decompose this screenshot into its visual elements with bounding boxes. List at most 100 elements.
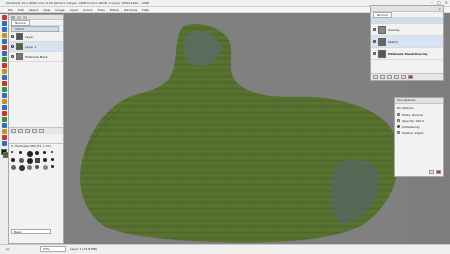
- lower-layer-button[interactable]: [387, 75, 392, 79]
- layer-opacity-field[interactable]: 100.0: [11, 25, 59, 32]
- brush-item[interactable]: [43, 158, 47, 162]
- brush-item[interactable]: [51, 158, 54, 161]
- brush-item[interactable]: [11, 165, 16, 170]
- dodge-icon[interactable]: [1, 105, 7, 110]
- unit-select[interactable]: px: [6, 247, 10, 251]
- menu-select[interactable]: Select: [29, 7, 38, 12]
- clone-icon[interactable]: [1, 93, 7, 98]
- right-layers-dock: × Normal Overlay Sketch Hillshade Mask/O…: [370, 5, 444, 81]
- color-picker-icon[interactable]: [1, 111, 7, 116]
- delete-layer-button[interactable]: [39, 129, 44, 133]
- raise-layer-button[interactable]: [380, 75, 385, 79]
- brush-item[interactable]: [51, 165, 54, 168]
- zoom-icon[interactable]: [1, 117, 7, 122]
- image-canvas[interactable]: [64, 14, 408, 244]
- layer-row[interactable]: Hillshade Mask/Overlay: [371, 48, 443, 60]
- option-row[interactable]: Mode: Normal: [397, 113, 441, 117]
- reset-button[interactable]: [436, 170, 441, 174]
- brush-item[interactable]: [35, 151, 39, 155]
- align-icon[interactable]: [1, 129, 7, 134]
- layer-row[interactable]: Sketch: [371, 36, 443, 48]
- right-layer-mode-select[interactable]: Normal: [373, 11, 392, 18]
- brush-item[interactable]: [35, 165, 39, 169]
- new-layer-button[interactable]: [373, 75, 378, 79]
- brush-label: 2. Hardness 050 (51 × 51): [11, 144, 51, 148]
- eye-icon[interactable]: [11, 55, 14, 58]
- anchor-layer-button[interactable]: [401, 75, 406, 79]
- save-preset-button[interactable]: [429, 170, 434, 174]
- duplicate-layer-button[interactable]: [32, 129, 37, 133]
- option-label: Mode: Normal: [402, 113, 423, 117]
- brush-item[interactable]: [27, 158, 33, 164]
- tool-options-title: Tool Options: [397, 98, 416, 102]
- brush-item[interactable]: [27, 151, 33, 157]
- layer-thumbnail: [378, 49, 386, 58]
- paintbrush-icon[interactable]: [1, 81, 7, 86]
- radio-icon[interactable]: [397, 119, 400, 122]
- menu-tools[interactable]: Tools: [97, 7, 104, 12]
- measure-icon[interactable]: [1, 123, 7, 128]
- duplicate-layer-button[interactable]: [394, 75, 399, 79]
- text-icon[interactable]: [1, 63, 7, 68]
- layer-row[interactable]: Layer 1: [9, 42, 63, 52]
- gradient-icon[interactable]: [1, 75, 7, 80]
- brush-preset-field[interactable]: Basic: [11, 229, 51, 234]
- eye-icon[interactable]: [373, 52, 376, 55]
- brush-item[interactable]: [11, 151, 13, 153]
- brush-item[interactable]: [35, 158, 40, 163]
- rect-select-icon[interactable]: [1, 15, 7, 20]
- crop-icon[interactable]: [1, 33, 7, 38]
- delete-layer-button[interactable]: [408, 75, 413, 79]
- option-row[interactable]: Feather edges: [397, 131, 441, 135]
- layer-row[interactable]: Hillshade Mask: [9, 52, 63, 62]
- menu-edit[interactable]: Edit: [18, 7, 24, 12]
- menu-filters[interactable]: Filters: [110, 7, 119, 12]
- move-icon[interactable]: [1, 39, 7, 44]
- eye-icon[interactable]: [373, 28, 376, 31]
- eye-icon[interactable]: [373, 40, 376, 43]
- raise-layer-button[interactable]: [18, 129, 23, 133]
- close-button[interactable]: ×: [445, 0, 448, 6]
- menu-file[interactable]: File: [8, 7, 13, 12]
- brush-item[interactable]: [11, 158, 15, 162]
- eye-icon[interactable]: [11, 35, 14, 38]
- smudge-icon[interactable]: [1, 99, 7, 104]
- lower-layer-button[interactable]: [25, 129, 30, 133]
- perspective-icon[interactable]: [1, 141, 7, 146]
- brush-item[interactable]: [43, 151, 46, 154]
- eraser-icon[interactable]: [1, 87, 7, 92]
- brush-item[interactable]: [27, 165, 32, 170]
- menu-layer[interactable]: Layer: [70, 7, 78, 12]
- menu-help[interactable]: Help: [142, 7, 149, 12]
- menu-image[interactable]: Image: [55, 7, 64, 12]
- menu-windows[interactable]: Windows: [124, 7, 137, 12]
- heal-icon[interactable]: [1, 135, 7, 140]
- bucket-fill-icon[interactable]: [1, 69, 7, 74]
- right-layers-button-bar: [371, 73, 443, 80]
- brush-item[interactable]: [51, 151, 53, 153]
- zoom-field[interactable]: 50%: [40, 246, 66, 252]
- layer-row[interactable]: Overlay: [371, 24, 443, 36]
- menu-colors[interactable]: Colors: [83, 7, 92, 12]
- lasso-icon[interactable]: [1, 21, 7, 26]
- flip-icon[interactable]: [1, 51, 7, 56]
- layer-row[interactable]: Layer: [9, 32, 63, 42]
- new-layer-button[interactable]: [11, 129, 16, 133]
- radio-icon[interactable]: [397, 131, 400, 134]
- transform-icon[interactable]: [1, 45, 7, 50]
- eye-icon[interactable]: [11, 45, 14, 48]
- menu-view[interactable]: View: [43, 7, 50, 12]
- radio-icon[interactable]: [397, 125, 400, 128]
- brush-item[interactable]: [19, 165, 25, 171]
- radio-icon[interactable]: [397, 113, 400, 116]
- brush-item[interactable]: [43, 165, 48, 170]
- option-row[interactable]: Antialiasing: [397, 125, 441, 129]
- paths-icon[interactable]: [1, 57, 7, 62]
- fuzzy-select-icon[interactable]: [1, 27, 7, 32]
- layer-name: Hillshade Mask/Overlay: [388, 51, 428, 56]
- dock-close-button[interactable]: ×: [438, 7, 441, 11]
- option-row[interactable]: Opacity: 100.0: [397, 119, 441, 123]
- brush-item[interactable]: [19, 151, 22, 154]
- brush-item[interactable]: [19, 158, 24, 163]
- layers-button-bar: [9, 127, 63, 134]
